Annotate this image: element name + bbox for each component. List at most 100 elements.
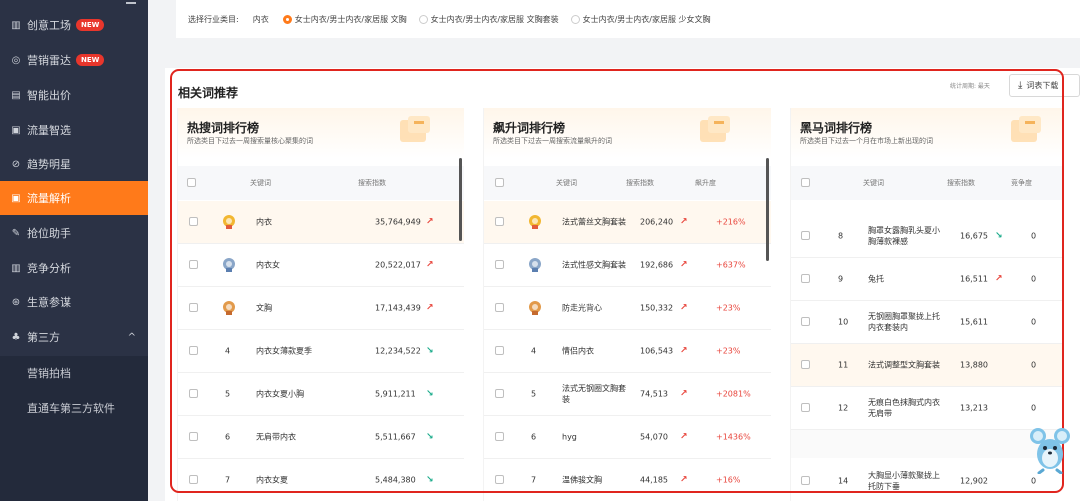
sidebar-item-business-advisor[interactable]: ⊛ 生意参谋 xyxy=(0,285,148,319)
row-checkbox[interactable] xyxy=(495,389,504,398)
table-row[interactable]: 文胸 17,143,439 ↗ xyxy=(178,287,464,330)
keyword[interactable]: 内衣女 xyxy=(256,260,351,271)
filter-option-bra[interactable]: 女士内衣/男士内衣/家居服 文胸 xyxy=(282,14,407,25)
table-row[interactable]: 14 大胸显小薄款聚拢上托防下垂 12,902 0 xyxy=(791,460,1064,501)
row-checkbox[interactable] xyxy=(801,360,810,369)
table-row[interactable]: 5 法式无钢圈文胸套装 74,513 ↗ +2081% xyxy=(484,373,771,416)
sidebar-item-label: 生意参谋 xyxy=(27,296,71,309)
scrollbar[interactable] xyxy=(459,158,462,241)
keyword[interactable]: 文胸 xyxy=(256,303,351,314)
row-checkbox[interactable] xyxy=(189,303,198,312)
filter-category[interactable]: 内衣 xyxy=(253,14,269,25)
col-search-index[interactable]: 搜索指数 xyxy=(358,178,386,188)
radio-icon[interactable] xyxy=(570,14,580,24)
keyword[interactable]: 法式调整型文胸套装 xyxy=(868,360,944,371)
row-checkbox[interactable] xyxy=(801,274,810,283)
sidebar-subitem-marketing-partner[interactable]: 营销拍档 xyxy=(0,356,148,390)
sidebar-item-third-party[interactable]: ♣ 第三方 ^ xyxy=(0,320,148,354)
sidebar-item-traffic-analysis[interactable]: ▣ 流量解析 xyxy=(0,181,148,215)
row-checkbox[interactable] xyxy=(801,317,810,326)
chevron-up-icon[interactable]: ^ xyxy=(128,332,136,343)
filter-option-girl-bra[interactable]: 女士内衣/男士内衣/家居服 少女文胸 xyxy=(570,14,711,25)
mascot-icon[interactable] xyxy=(1029,426,1073,474)
col-rise-rate[interactable]: 飙升度 xyxy=(695,178,716,188)
row-checkbox[interactable] xyxy=(189,260,198,269)
stat-period: 统计周期: 最天 xyxy=(950,83,990,90)
table-row[interactable]: 12 无痕白色抹胸式内衣无肩带 13,213 0 xyxy=(791,387,1064,430)
row-checkbox[interactable] xyxy=(801,231,810,240)
table-row[interactable]: 内衣 35,764,949 ↗ xyxy=(178,201,464,244)
row-checkbox[interactable] xyxy=(495,303,504,312)
row-checkbox[interactable] xyxy=(189,346,198,355)
row-checkbox[interactable] xyxy=(801,476,810,485)
keyword[interactable]: 情侣内衣 xyxy=(562,346,626,357)
select-all-checkbox[interactable] xyxy=(801,178,810,187)
trend-down-icon: ↘ xyxy=(426,346,434,356)
row-checkbox[interactable] xyxy=(495,475,504,484)
row-checkbox[interactable] xyxy=(189,389,198,398)
keyword[interactable]: 大胸显小薄款聚拢上托防下垂 xyxy=(868,470,944,492)
table-row[interactable]: 法式性感文胸套装 192,686 ↗ +637% xyxy=(484,244,771,287)
select-all-checkbox[interactable] xyxy=(495,178,504,187)
keyword[interactable]: hyg xyxy=(562,432,626,443)
row-checkbox[interactable] xyxy=(801,403,810,412)
trend-up-icon: ↗ xyxy=(680,346,688,356)
keyword[interactable]: 无钢圈胸罩聚拢上托内衣套装内 xyxy=(868,311,944,333)
table-row[interactable]: 6 无肩带内衣 5,511,667 ↘ xyxy=(178,416,464,459)
table-row[interactable]: 4 情侣内衣 106,543 ↗ +23% xyxy=(484,330,771,373)
sidebar-item-trend-star[interactable]: ⊘ 趋势明星 xyxy=(0,147,148,181)
row-checkbox[interactable] xyxy=(495,217,504,226)
table-row[interactable]: 法式蕾丝文胸套装 206,240 ↗ +216% xyxy=(484,201,771,244)
search-index: 17,143,439 xyxy=(375,303,421,313)
col-search-index[interactable]: 搜索指数 xyxy=(626,178,654,188)
keyword[interactable]: 法式性感文胸套装 xyxy=(562,260,626,271)
rank-medal-icon xyxy=(223,215,235,229)
sidebar-item-rank-helper[interactable]: ✎ 抢位助手 xyxy=(0,216,148,250)
table-row[interactable]: 防走光背心 150,332 ↗ +23% xyxy=(484,287,771,330)
table-row[interactable]: 8 胸罩女露胸乳头夏小胸薄款裸感 16,675 ↘ 0 xyxy=(791,215,1064,258)
table-row[interactable]: 内衣女 20,522,017 ↗ xyxy=(178,244,464,287)
row-checkbox[interactable] xyxy=(495,260,504,269)
row-checkbox[interactable] xyxy=(189,432,198,441)
keyword[interactable]: 防走光背心 xyxy=(562,303,626,314)
sidebar-item-creative[interactable]: ▥ 创意工场 NEW xyxy=(0,8,148,42)
table-row[interactable]: 4 内衣女薄款夏季 12,234,522 ↘ xyxy=(178,330,464,373)
col-competition[interactable]: 竞争度 xyxy=(1011,178,1032,188)
keyword[interactable]: 内衣女夏小胸 xyxy=(256,389,351,400)
table-row[interactable]: 6 hyg 54,070 ↗ +1436% xyxy=(484,416,771,459)
sidebar-subitem-label: 营销拍档 xyxy=(27,367,71,380)
sidebar-collapse-icon[interactable] xyxy=(126,2,136,4)
row-checkbox[interactable] xyxy=(189,475,198,484)
keyword[interactable]: 内衣女夏 xyxy=(256,475,351,486)
table-row[interactable]: 7 温佛骏文胸 44,185 ↗ +16% xyxy=(484,459,771,501)
keyword[interactable]: 法式蕾丝文胸套装 xyxy=(562,217,626,228)
sidebar-subitem-third-party-software[interactable]: 直通车第三方软件 xyxy=(0,390,148,426)
keyword[interactable]: 温佛骏文胸 xyxy=(562,475,626,486)
keyword[interactable]: 内衣 xyxy=(256,217,351,228)
sidebar-item-traffic-select[interactable]: ▣ 流量智选 xyxy=(0,113,148,147)
sidebar-item-radar[interactable]: ◎ 营销雷达 NEW xyxy=(0,43,148,77)
download-wordlist-button[interactable]: ⤓ 词表下载 xyxy=(1009,74,1080,97)
sidebar-item-bid[interactable]: ▤ 智能出价 xyxy=(0,78,148,112)
keyword[interactable]: 法式无钢圈文胸套装 xyxy=(562,383,626,405)
keyword[interactable]: 兔托 xyxy=(868,274,944,285)
keyword[interactable]: 内衣女薄款夏季 xyxy=(256,346,351,357)
keyword[interactable]: 无痕白色抹胸式内衣无肩带 xyxy=(868,397,944,419)
table-row[interactable]: 11 法式调整型文胸套装 13,880 0 xyxy=(791,344,1064,387)
keyword[interactable]: 无肩带内衣 xyxy=(256,432,351,443)
col-search-index[interactable]: 搜索指数 xyxy=(947,178,975,188)
radio-selected-icon[interactable] xyxy=(282,14,292,24)
scrollbar[interactable] xyxy=(766,158,769,261)
row-checkbox[interactable] xyxy=(495,346,504,355)
select-all-checkbox[interactable] xyxy=(187,178,196,187)
row-checkbox[interactable] xyxy=(495,432,504,441)
sidebar-item-competition[interactable]: ▥ 竞争分析 xyxy=(0,251,148,285)
row-checkbox[interactable] xyxy=(189,217,198,226)
table-row[interactable]: 7 内衣女夏 5,484,380 ↘ xyxy=(178,459,464,501)
keyword[interactable]: 胸罩女露胸乳头夏小胸薄款裸感 xyxy=(868,225,944,247)
table-row[interactable]: 5 内衣女夏小胸 5,911,211 ↘ xyxy=(178,373,464,416)
filter-option-bra-set[interactable]: 女士内衣/男士内衣/家居服 文胸套装 xyxy=(418,14,559,25)
table-row[interactable]: 10 无钢圈胸罩聚拢上托内衣套装内 15,611 0 xyxy=(791,301,1064,344)
radio-icon[interactable] xyxy=(418,14,428,24)
table-row[interactable]: 9 兔托 16,511 ↗ 0 xyxy=(791,258,1064,301)
